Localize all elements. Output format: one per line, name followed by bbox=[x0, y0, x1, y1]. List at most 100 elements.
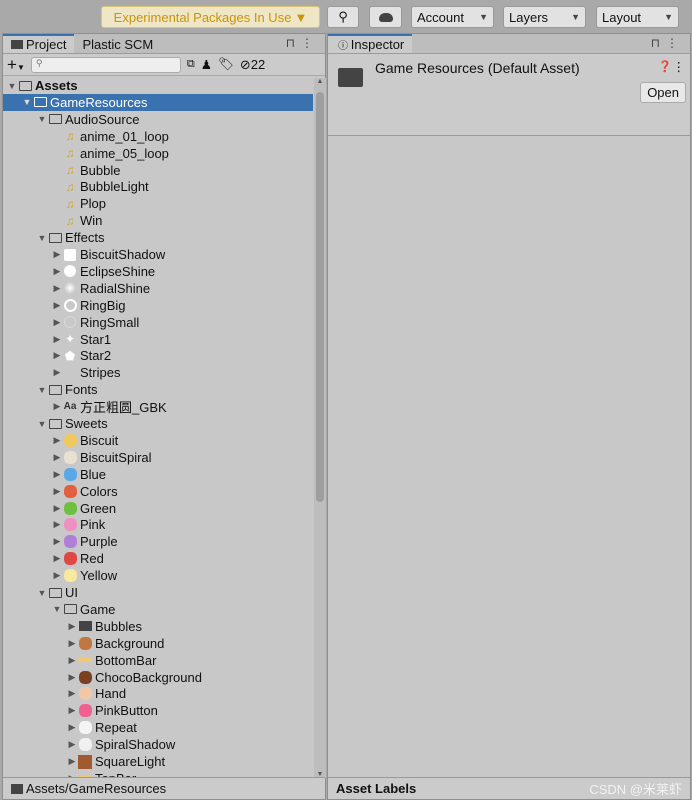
open-button[interactable]: Open bbox=[640, 82, 686, 103]
collapsed-arrow-icon[interactable]: ▶ bbox=[66, 739, 78, 750]
collapsed-arrow-icon[interactable]: ▶ bbox=[66, 705, 78, 716]
collapsed-arrow-icon[interactable]: ▶ bbox=[51, 536, 63, 547]
tree-item[interactable]: ▶ ✦ Star1 bbox=[3, 331, 313, 348]
collapsed-arrow-icon[interactable]: ▶ bbox=[51, 519, 63, 530]
tree-item[interactable]: ▶ Purple bbox=[3, 533, 313, 550]
tree-item[interactable]: ▶ PinkButton bbox=[3, 702, 313, 719]
tree-item[interactable]: ▼ UI bbox=[3, 584, 313, 601]
tree-item[interactable]: ▶ Red bbox=[3, 550, 313, 567]
tree-item[interactable]: ▶ Background bbox=[3, 635, 313, 652]
collapsed-arrow-icon[interactable]: ▶ bbox=[51, 283, 63, 294]
expanded-arrow-icon[interactable]: ▼ bbox=[36, 114, 48, 124]
layers-dropdown[interactable]: Layers ▼ bbox=[503, 6, 586, 28]
tree-item[interactable]: ♫ anime_01_loop bbox=[3, 128, 313, 145]
collapsed-arrow-icon[interactable]: ▶ bbox=[51, 249, 63, 260]
account-dropdown[interactable]: Account ▼ bbox=[411, 6, 494, 28]
tree-item[interactable]: ▶ Blue bbox=[3, 466, 313, 483]
collapsed-arrow-icon[interactable]: ▶ bbox=[66, 638, 78, 649]
tab-inspector[interactable]: ⓘ Inspector bbox=[328, 34, 413, 53]
search-button[interactable]: ⚲ bbox=[327, 6, 359, 28]
lock-and-menu-icons[interactable]: ⊓⋮ bbox=[651, 36, 684, 50]
tree-item[interactable]: ▶ EclipseShine bbox=[3, 263, 313, 280]
tree-item[interactable]: ▶ Stripes bbox=[3, 364, 313, 381]
tree-item[interactable]: ▶ Yellow bbox=[3, 567, 313, 584]
collapsed-arrow-icon[interactable]: ▶ bbox=[51, 486, 63, 497]
expanded-arrow-icon[interactable]: ▼ bbox=[36, 419, 48, 429]
tree-item[interactable]: ▶ Pink bbox=[3, 516, 313, 533]
tree-item[interactable]: ▶ Aa 方正粗圆_GBK bbox=[3, 398, 313, 415]
collapsed-arrow-icon[interactable]: ▶ bbox=[66, 756, 78, 767]
tree-item[interactable]: ▶ ⬟ Star2 bbox=[3, 347, 313, 364]
collapsed-arrow-icon[interactable]: ▶ bbox=[51, 570, 63, 581]
collapsed-arrow-icon[interactable]: ▶ bbox=[66, 621, 78, 632]
tree-item[interactable]: ▶ BiscuitShadow bbox=[3, 246, 313, 263]
expanded-arrow-icon[interactable]: ▼ bbox=[51, 604, 63, 614]
tree-item[interactable]: ▶ RingSmall bbox=[3, 314, 313, 331]
help-icon[interactable]: ❓ bbox=[658, 60, 672, 73]
collapsed-arrow-icon[interactable]: ▶ bbox=[51, 300, 63, 311]
search-by-type-icon[interactable]: ⧉ bbox=[187, 58, 195, 71]
collapsed-arrow-icon[interactable]: ▶ bbox=[51, 401, 63, 412]
search-input[interactable]: ⚲ bbox=[30, 56, 181, 73]
tree-item[interactable]: ▶ Repeat bbox=[3, 719, 313, 736]
collapsed-arrow-icon[interactable]: ▶ bbox=[51, 266, 63, 277]
tree-item[interactable]: ▼ GameResources bbox=[3, 93, 313, 111]
tree-item-label: Repeat bbox=[95, 720, 137, 736]
tree-item[interactable]: ▶ Hand bbox=[3, 685, 313, 702]
collapsed-arrow-icon[interactable]: ▶ bbox=[51, 503, 63, 514]
tree-item[interactable]: ▶ SquareLight bbox=[3, 753, 313, 770]
expanded-arrow-icon[interactable]: ▼ bbox=[6, 81, 18, 91]
collapsed-arrow-icon[interactable]: ▶ bbox=[66, 722, 78, 733]
tab-plastic-scm[interactable]: Plastic SCM bbox=[74, 34, 161, 53]
tree-item[interactable]: ▶ RingBig bbox=[3, 297, 313, 314]
collapsed-arrow-icon[interactable]: ▶ bbox=[51, 350, 63, 361]
expanded-arrow-icon[interactable]: ▼ bbox=[36, 233, 48, 243]
collapsed-arrow-icon[interactable]: ▶ bbox=[51, 435, 63, 446]
collapsed-arrow-icon[interactable]: ▶ bbox=[66, 688, 78, 699]
layout-dropdown[interactable]: Layout ▼ bbox=[596, 6, 679, 28]
tree-item[interactable]: ♫ anime_05_loop bbox=[3, 145, 313, 162]
tab-project[interactable]: Project bbox=[3, 34, 75, 53]
collapsed-arrow-icon[interactable]: ▶ bbox=[66, 655, 78, 666]
collapsed-arrow-icon[interactable]: ▶ bbox=[51, 317, 63, 328]
tree-item[interactable]: ▼ AudioSource bbox=[3, 111, 313, 128]
tree-item[interactable]: ▶ Colors bbox=[3, 483, 313, 500]
filter-by-type-icon[interactable]: ♟ bbox=[201, 57, 212, 72]
expanded-arrow-icon[interactable]: ▼ bbox=[21, 97, 33, 107]
tree-item[interactable]: ♫ Bubble bbox=[3, 162, 313, 179]
collapsed-arrow-icon[interactable]: ▶ bbox=[51, 452, 63, 463]
tree-item[interactable]: ▶ Biscuit bbox=[3, 432, 313, 449]
collapsed-arrow-icon[interactable]: ▶ bbox=[51, 469, 63, 480]
tree-item[interactable]: ▼ Effects bbox=[3, 229, 313, 246]
expanded-arrow-icon[interactable]: ▼ bbox=[36, 588, 48, 598]
cloud-button[interactable] bbox=[369, 6, 402, 28]
scrollbar[interactable]: ▲ ▼ bbox=[314, 78, 326, 778]
tree-item[interactable]: ▶ ChocoBackground bbox=[3, 669, 313, 686]
label-icon[interactable]: 🏷︎ bbox=[218, 57, 234, 72]
collapsed-arrow-icon[interactable]: ▶ bbox=[51, 367, 63, 378]
tree-item[interactable]: ♫ BubbleLight bbox=[3, 178, 313, 195]
create-button[interactable]: +▼ bbox=[7, 55, 25, 75]
tree-item[interactable]: ▼ Sweets bbox=[3, 415, 313, 432]
tree-item[interactable]: ♫ Plop bbox=[3, 195, 313, 212]
tree-item[interactable]: ▼ Game bbox=[3, 601, 313, 618]
tree-item[interactable]: ▶ Green bbox=[3, 500, 313, 517]
expanded-arrow-icon[interactable]: ▼ bbox=[36, 385, 48, 395]
experimental-packages-button[interactable]: Experimental Packages In Use ▼ bbox=[101, 6, 320, 28]
hidden-packages-toggle[interactable]: ⊘22 bbox=[240, 57, 265, 73]
tree-item[interactable]: ▼ Assets bbox=[3, 78, 313, 94]
tree-item[interactable]: ▶ BottomBar bbox=[3, 652, 313, 669]
tree-item[interactable]: ♫ Win bbox=[3, 212, 313, 229]
tree-item[interactable]: ▶ RadialShine bbox=[3, 280, 313, 297]
tree-item[interactable]: ▶ BiscuitSpiral bbox=[3, 449, 313, 466]
collapsed-arrow-icon[interactable]: ▶ bbox=[51, 553, 63, 564]
menu-icon[interactable]: ⋮ bbox=[673, 59, 686, 74]
lock-and-menu-icons[interactable]: ⊓⋮ bbox=[286, 36, 319, 50]
asset-labels-bar[interactable]: Asset Labels CSDN @米莱虾 bbox=[328, 777, 690, 799]
tree-item[interactable]: ▼ Fonts bbox=[3, 381, 313, 398]
collapsed-arrow-icon[interactable]: ▶ bbox=[66, 672, 78, 683]
tree-item[interactable]: ▶ SpiralShadow bbox=[3, 736, 313, 753]
collapsed-arrow-icon[interactable]: ▶ bbox=[51, 334, 63, 345]
scrollbar-thumb[interactable] bbox=[316, 92, 324, 502]
tree-item[interactable]: ▶ Bubbles bbox=[3, 618, 313, 635]
